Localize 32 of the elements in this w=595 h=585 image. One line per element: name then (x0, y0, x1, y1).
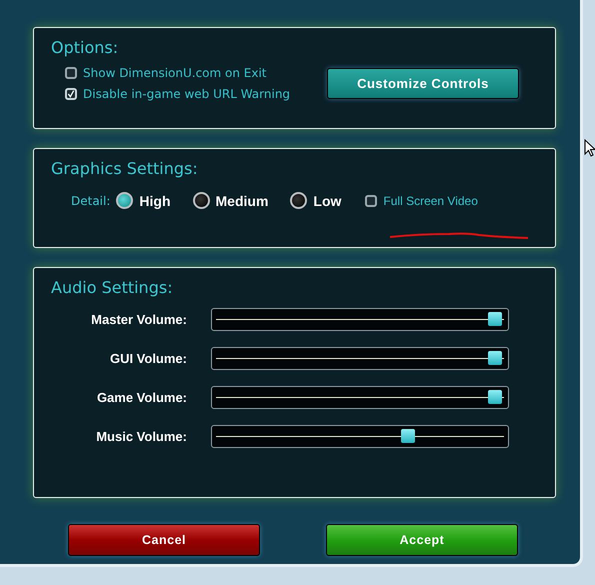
panel-title: Graphics Settings: (51, 159, 199, 180)
radio-option[interactable]: Low (290, 192, 342, 209)
mouse-cursor-icon (584, 139, 595, 157)
slider-label: Master Volume: (90, 312, 187, 327)
detail-label: Detail: (71, 194, 110, 208)
radio-option[interactable]: High (116, 192, 171, 209)
checkbox-option[interactable]: Full Screen Video (365, 194, 478, 208)
slider-label: Music Volume: (95, 429, 187, 444)
checkbox[interactable] (65, 88, 77, 100)
checkbox[interactable] (365, 194, 378, 206)
slider-thumb[interactable] (400, 429, 415, 443)
customize-controls-button[interactable]: Customize Controls (327, 68, 519, 99)
accept-button[interactable]: Accept (326, 524, 518, 556)
checkbox[interactable] (65, 67, 77, 79)
slider-thumb[interactable] (488, 351, 502, 365)
radio-button[interactable] (290, 192, 308, 209)
radio-button[interactable] (192, 192, 210, 209)
volume-slider[interactable] (211, 425, 509, 448)
checkbox-option[interactable]: Disable in-game web URL Warning (65, 87, 327, 101)
slider-label: GUI Volume: (108, 351, 187, 366)
panel-title: Audio Settings: (51, 278, 174, 299)
slider-thumb[interactable] (488, 312, 502, 326)
volume-slider[interactable] (211, 347, 509, 370)
cancel-button[interactable]: Cancel (68, 524, 260, 556)
slider-label: Game Volume: (96, 390, 187, 405)
panel-title: Options: (51, 38, 120, 59)
volume-slider[interactable] (211, 386, 509, 409)
volume-slider[interactable] (211, 308, 509, 331)
slider-thumb[interactable] (488, 390, 502, 404)
radio-option[interactable]: Medium (192, 192, 268, 209)
checkbox-option[interactable]: Show DimensionU.com on Exit (65, 66, 327, 80)
radio-button[interactable] (116, 192, 134, 209)
